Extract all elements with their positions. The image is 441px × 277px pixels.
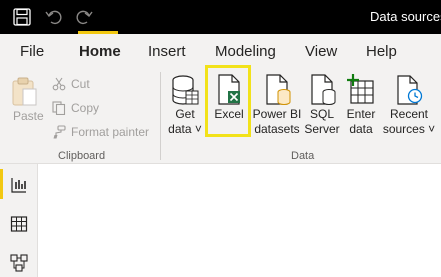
tab-view[interactable]: View — [305, 43, 337, 60]
paste-button[interactable] — [10, 76, 44, 136]
model-view-icon[interactable] — [10, 254, 28, 272]
active-tab-indicator — [78, 31, 118, 34]
tab-file[interactable]: File — [20, 43, 44, 60]
format-painter-button[interactable]: Format painter — [52, 125, 149, 139]
scissors-icon — [52, 77, 66, 91]
title-bar: Data sources — [0, 0, 441, 34]
recent-sources-button[interactable]: Recent sources ˅ — [382, 73, 436, 137]
sql-server-button[interactable]: SQL Server — [303, 73, 341, 137]
data-view-icon[interactable] — [10, 215, 28, 233]
report-view-icon[interactable] — [10, 176, 28, 194]
power-bi-label-1: Power BI — [252, 107, 302, 121]
table-plus-icon — [347, 74, 374, 104]
menu-bar: File Home Insert Modeling View Help — [0, 34, 441, 68]
copy-label: Copy — [71, 101, 100, 115]
power-bi-label-2: datasets — [254, 122, 300, 136]
nav-active-indicator — [0, 169, 3, 199]
report-canvas[interactable] — [39, 164, 441, 277]
enter-data-label-2: data — [349, 122, 373, 136]
cut-button[interactable]: Cut — [52, 77, 90, 91]
ribbon-divider — [160, 72, 161, 160]
paintbrush-icon — [53, 125, 66, 139]
excel-highlight-box — [205, 65, 251, 137]
window-title: Data sources — [370, 9, 441, 24]
recent-sources-label-1: Recent — [389, 107, 429, 121]
tab-help[interactable]: Help — [366, 43, 397, 60]
undo-icon[interactable] — [44, 7, 64, 27]
get-data-button[interactable]: Get data ˅ — [166, 73, 204, 137]
tab-home[interactable]: Home — [79, 43, 121, 60]
recent-sources-label-2: sources ˅ — [382, 122, 436, 136]
database-icon — [172, 75, 199, 105]
clipboard-group-label: Clipboard — [58, 150, 106, 162]
enter-data-button[interactable]: Enter data — [342, 73, 380, 137]
tab-insert[interactable]: Insert — [148, 43, 186, 60]
sql-label-1: SQL — [309, 107, 334, 121]
copy-button[interactable]: Copy — [52, 101, 99, 115]
power-bi-datasets-button[interactable]: Power BI datasets — [252, 73, 302, 137]
power-bi-datasets-icon — [266, 74, 291, 105]
paste-label: Paste — [13, 109, 44, 123]
get-data-label-2: data ˅ — [168, 122, 202, 136]
copy-icon — [52, 101, 66, 115]
format-painter-label: Format painter — [71, 125, 150, 139]
get-data-label-1: Get — [175, 107, 195, 121]
data-group-label: Data — [291, 150, 315, 162]
save-icon[interactable] — [12, 7, 32, 27]
sql-label-2: Server — [304, 122, 340, 136]
tab-modeling[interactable]: Modeling — [215, 43, 276, 60]
redo-icon[interactable] — [74, 7, 94, 27]
recent-sources-icon — [397, 75, 423, 105]
enter-data-label-1: Enter — [346, 107, 376, 121]
paste-icon — [12, 77, 37, 106]
sql-server-icon — [311, 74, 336, 105]
cut-label: Cut — [71, 77, 90, 91]
